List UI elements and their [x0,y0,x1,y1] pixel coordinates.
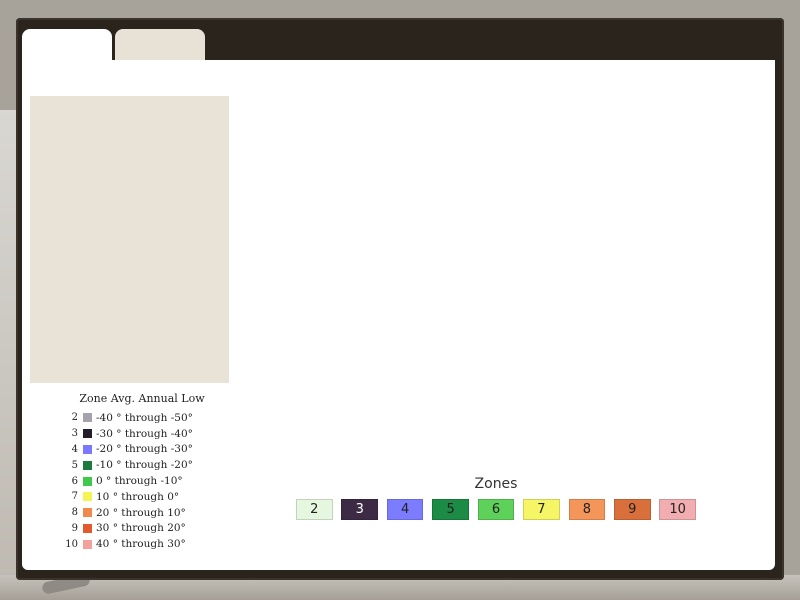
legend-temperature-range: 20 ° through 10° [96,506,186,519]
legend-row: 7 10 ° through 0° [62,489,222,505]
legend-temperature-range: -20 ° through -30° [96,443,193,456]
legend-color-swatch [83,429,92,439]
zone-button-5[interactable]: 5 [432,499,469,520]
legend-color-swatch [83,508,92,518]
legend-temperature-range: 40 ° through 30° [96,538,186,551]
zone-buttons: 2 3 4 5 6 7 8 9 10 [296,499,696,520]
legend-zone-number: 3 [71,428,78,440]
legend-title: Zone Avg. Annual Low [79,392,205,405]
zone-button-3[interactable]: 3 [341,499,379,520]
legend-color-swatch [83,523,92,533]
legend-zone-number: 7 [71,491,78,503]
zone-button-10[interactable]: 10 [659,499,696,520]
legend-row: 8 20 ° through 10° [62,505,222,521]
zone-button-6[interactable]: 6 [477,499,515,520]
zones-title: Zones [474,476,518,492]
legend-zone-number: 2 [71,412,78,424]
legend-temperature-range: -40 ° through -50° [96,411,193,424]
legend-zone-number: 5 [71,459,78,471]
legend-zone-number: 6 [71,475,78,487]
legend-temperature-range: 10 ° through 0° [96,490,180,503]
legend-color-swatch [83,492,92,502]
legend-color-swatch [83,460,92,470]
legend-row: 9 30 ° through 20° [62,521,222,537]
zone-button-7[interactable]: 7 [523,499,560,520]
legend-temperature-range: -30 ° through -40° [96,427,193,440]
legend-row: 5 -10 ° through -20° [62,457,222,473]
legend-zone-number: 8 [71,507,78,519]
zone-button-2[interactable]: 2 [296,499,333,520]
zone-button-4[interactable]: 4 [386,499,424,520]
legend-color-swatch [83,444,92,454]
legend-zone-number: 9 [71,522,78,534]
legend-row: 10 40 ° through 30° [62,536,222,552]
legend-rows: 2 -40 ° through -50° 3 -30 ° through -40° 4 -… [62,410,222,552]
legend-temperature-range: 30 ° through 20° [96,522,186,535]
zones-selector: Zones 2 3 4 5 6 7 8 9 10 [296,476,696,526]
legend-row: 6 0 ° through -10° [62,473,222,489]
legend-row: 3 -30 ° through -40° [62,426,222,442]
tab-2[interactable] [115,29,205,61]
legend-color-swatch [83,413,92,423]
zone-button-8[interactable]: 8 [568,499,606,520]
legend-zone-number: 10 [65,538,78,550]
legend-row: 4 -20 ° through -30° [62,442,222,458]
zone-legend: Zone Avg. Annual Low 2 -40 ° through -50°… [62,392,222,552]
legend-color-swatch [83,476,92,486]
legend-temperature-range: 0 ° through -10° [96,475,183,488]
zone-button-9[interactable]: 9 [613,499,651,520]
tab-1[interactable] [22,29,112,61]
legend-zone-number: 4 [71,443,78,455]
map-placeholder-panel [30,96,229,383]
legend-row: 2 -40 ° through -50° [62,410,222,426]
legend-color-swatch [83,539,92,549]
legend-temperature-range: -10 ° through -20° [96,459,193,472]
